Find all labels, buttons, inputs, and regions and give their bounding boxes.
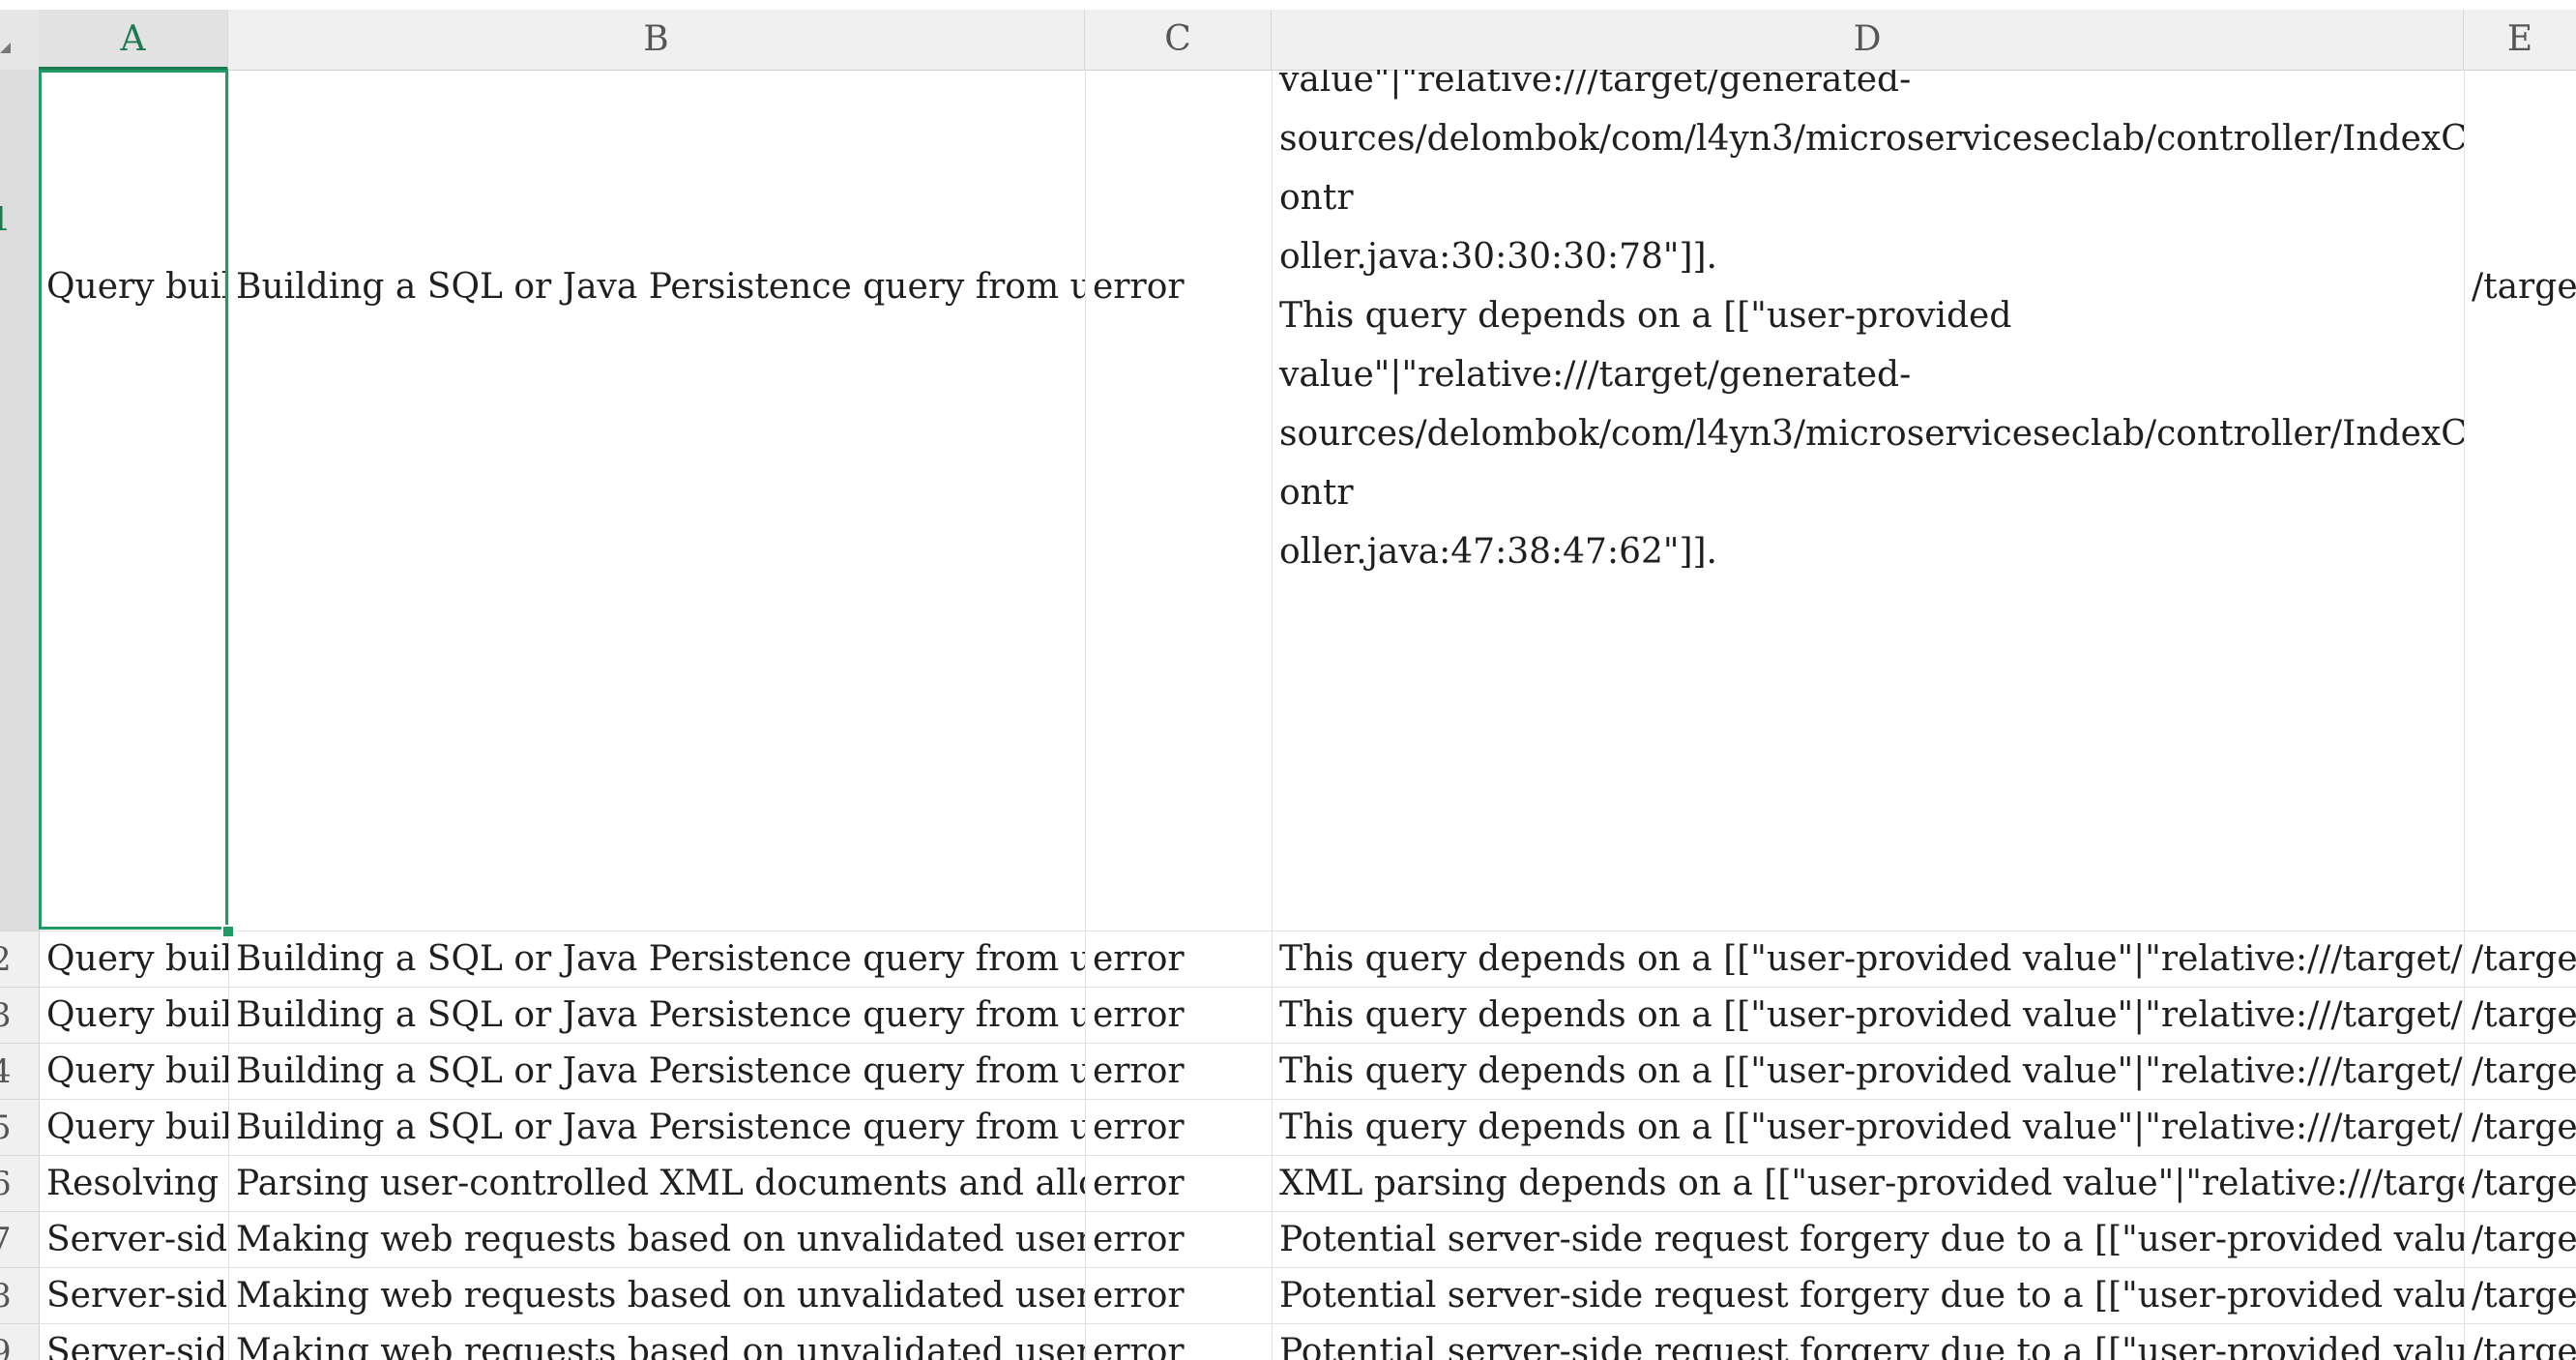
cell-e7[interactable]: /target	[2464, 1212, 2576, 1267]
cell-e4[interactable]: /target	[2464, 1044, 2576, 1099]
cell-b7[interactable]: Making web requests based on unvalidated…	[228, 1212, 1085, 1267]
select-all-corner[interactable]	[0, 10, 39, 70]
column-header-e[interactable]: E	[2464, 10, 2576, 70]
row-header-5[interactable]: 5	[0, 1100, 39, 1156]
table-row: Server-side Making web requests based on…	[39, 1212, 2576, 1268]
cell-e1[interactable]: /target	[2464, 70, 2576, 931]
cell-b2[interactable]: Building a SQL or Java Persistence query…	[228, 931, 1085, 987]
cell-a8[interactable]: Server-side	[39, 1268, 228, 1323]
select-all-triangle-icon	[0, 43, 11, 53]
cell-a1[interactable]: Query built	[39, 70, 228, 931]
cell-c8[interactable]: error	[1085, 1268, 1272, 1323]
cell-c9[interactable]: error	[1085, 1324, 1272, 1360]
table-row: Server-side Making web requests based on…	[39, 1268, 2576, 1324]
cell-a2[interactable]: Query built	[39, 931, 228, 987]
row-header-7[interactable]: 7	[0, 1212, 39, 1268]
column-header-b[interactable]: B	[228, 10, 1085, 70]
cell-b1[interactable]: Building a SQL or Java Persistence query…	[228, 70, 1085, 931]
row-header-8[interactable]: 8	[0, 1268, 39, 1324]
spreadsheet: A B C D E 1 2 3 4 5 6 7 8 9 Query built …	[0, 0, 2576, 1360]
cell-e5[interactable]: /target	[2464, 1100, 2576, 1155]
column-header-a[interactable]: A	[39, 10, 228, 70]
cell-c6[interactable]: error	[1085, 1156, 1272, 1211]
cell-b6[interactable]: Parsing user-controlled XML documents an…	[228, 1156, 1085, 1211]
row-header-6[interactable]: 6	[0, 1156, 39, 1212]
fill-handle[interactable]	[221, 925, 235, 938]
cell-d8[interactable]: Potential server-side request forgery du…	[1272, 1268, 2464, 1323]
table-row: Resolving X Parsing user-controlled XML …	[39, 1156, 2576, 1212]
cell-c1[interactable]: error	[1085, 70, 1272, 931]
cell-d5[interactable]: This query depends on a [["user-provided…	[1272, 1100, 2464, 1155]
cell-b3[interactable]: Building a SQL or Java Persistence query…	[228, 988, 1085, 1043]
row-header-1[interactable]: 1	[0, 70, 39, 931]
row-header-2[interactable]: 2	[0, 931, 39, 988]
cell-b8[interactable]: Making web requests based on unvalidated…	[228, 1268, 1085, 1323]
cell-b5[interactable]: Building a SQL or Java Persistence query…	[228, 1100, 1085, 1155]
cell-e6[interactable]: /target	[2464, 1156, 2576, 1211]
table-row: Query built Building a SQL or Java Persi…	[39, 988, 2576, 1044]
table-row: Query built Building a SQL or Java Persi…	[39, 931, 2576, 988]
cell-d7[interactable]: Potential server-side request forgery du…	[1272, 1212, 2464, 1267]
cell-c2[interactable]: error	[1085, 931, 1272, 987]
cell-d4[interactable]: This query depends on a [["user-provided…	[1272, 1044, 2464, 1099]
cell-a4[interactable]: Query built	[39, 1044, 228, 1099]
cell-c4[interactable]: error	[1085, 1044, 1272, 1099]
cell-d3[interactable]: This query depends on a [["user-provided…	[1272, 988, 2464, 1043]
cell-e9[interactable]: /target	[2464, 1324, 2576, 1360]
cell-c7[interactable]: error	[1085, 1212, 1272, 1267]
column-header-c[interactable]: C	[1085, 10, 1272, 70]
cell-a7[interactable]: Server-side	[39, 1212, 228, 1267]
cell-c5[interactable]: error	[1085, 1100, 1272, 1155]
cell-a6[interactable]: Resolving X	[39, 1156, 228, 1211]
row-header-9[interactable]: 9	[0, 1324, 39, 1360]
cell-e2[interactable]: /target	[2464, 931, 2576, 987]
cell-c3[interactable]: error	[1085, 988, 1272, 1043]
cell-d9[interactable]: Potential server-side request forgery du…	[1272, 1324, 2464, 1360]
table-row: Query built Building a SQL or Java Persi…	[39, 70, 2576, 931]
table-row: Query built Building a SQL or Java Persi…	[39, 1100, 2576, 1156]
cell-d1[interactable]: value"|"relative:///target/generated- so…	[1272, 70, 2464, 931]
cell-d1-text: value"|"relative:///target/generated- so…	[1279, 70, 2464, 572]
column-header-d[interactable]: D	[1272, 10, 2464, 70]
cell-e3[interactable]: /target	[2464, 988, 2576, 1043]
cell-a5[interactable]: Query built	[39, 1100, 228, 1155]
row-header-4[interactable]: 4	[0, 1044, 39, 1100]
cell-a9[interactable]: Server-side	[39, 1324, 228, 1360]
row-header-3[interactable]: 3	[0, 988, 39, 1044]
table-row: Query built Building a SQL or Java Persi…	[39, 1044, 2576, 1100]
cell-d2[interactable]: This query depends on a [["user-provided…	[1272, 931, 2464, 987]
cell-b4[interactable]: Building a SQL or Java Persistence query…	[228, 1044, 1085, 1099]
cell-e8[interactable]: /target	[2464, 1268, 2576, 1323]
cell-d6[interactable]: XML parsing depends on a [["user-provide…	[1272, 1156, 2464, 1211]
table-row: Server-side Making web requests based on…	[39, 1324, 2576, 1360]
cell-a3[interactable]: Query built	[39, 988, 228, 1043]
cell-b9[interactable]: Making web requests based on unvalidated…	[228, 1324, 1085, 1360]
cell-grid: Query built Building a SQL or Java Persi…	[39, 70, 2576, 1360]
